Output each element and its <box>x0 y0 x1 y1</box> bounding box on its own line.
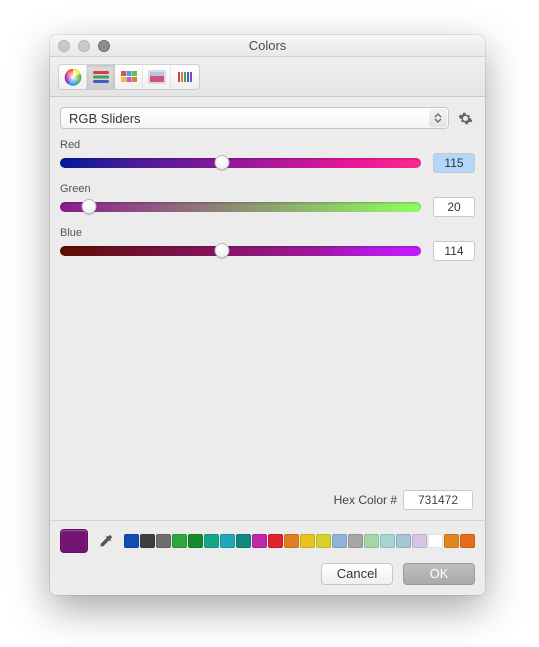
palette-swatch[interactable] <box>348 534 363 548</box>
mode-group <box>58 64 200 90</box>
slider-green-track[interactable] <box>60 202 421 212</box>
slider-red-thumb[interactable] <box>215 155 230 170</box>
slider-green-value[interactable]: 20 <box>433 197 475 217</box>
palette-swatch[interactable] <box>284 534 299 548</box>
slider-type-dropdown[interactable]: RGB Sliders <box>60 107 449 129</box>
traffic-lights <box>58 40 110 52</box>
cancel-button[interactable]: Cancel <box>321 563 393 585</box>
titlebar: Colors <box>50 35 485 57</box>
palette-swatch[interactable] <box>332 534 347 548</box>
current-color-swatch[interactable] <box>60 529 88 553</box>
palette-swatch[interactable] <box>140 534 155 548</box>
slider-red-label: Red <box>60 139 475 151</box>
slider-green-thumb[interactable] <box>81 199 96 214</box>
palette-swatch[interactable] <box>220 534 235 548</box>
palette-swatch[interactable] <box>300 534 315 548</box>
dropdown-label: RGB Sliders <box>69 111 141 126</box>
palette-swatch[interactable] <box>236 534 251 548</box>
sliders-icon <box>92 70 110 84</box>
hex-row: Hex Color # 731472 <box>50 484 485 520</box>
slider-blue-value[interactable]: 114 <box>433 241 475 261</box>
palette-swatch[interactable] <box>172 534 187 548</box>
mode-image[interactable] <box>143 65 171 89</box>
hex-label: Hex Color # <box>334 493 397 507</box>
pencils-icon <box>176 70 194 84</box>
palette-swatch[interactable] <box>444 534 459 548</box>
toolbar <box>50 57 485 97</box>
mode-pencils[interactable] <box>171 65 199 89</box>
minimize-icon[interactable] <box>78 40 90 52</box>
hex-field[interactable]: 731472 <box>403 490 473 510</box>
slider-red-track[interactable] <box>60 158 421 168</box>
palette-swatch[interactable] <box>380 534 395 548</box>
slider-blue-track[interactable] <box>60 246 421 256</box>
slider-type-row: RGB Sliders <box>50 97 485 135</box>
slider-blue-block: Blue 114 <box>50 223 485 267</box>
palette-swatch[interactable] <box>428 534 443 548</box>
swatch-row <box>60 529 475 553</box>
mode-palettes[interactable] <box>115 65 143 89</box>
palette-swatch[interactable] <box>156 534 171 548</box>
palette-swatch[interactable] <box>188 534 203 548</box>
slider-blue-label: Blue <box>60 227 475 239</box>
window-title: Colors <box>249 38 287 53</box>
palette-swatch[interactable] <box>268 534 283 548</box>
slider-blue-thumb[interactable] <box>215 243 230 258</box>
ok-button[interactable]: OK <box>403 563 475 585</box>
mode-sliders[interactable] <box>87 65 115 89</box>
button-row: Cancel OK <box>60 563 475 585</box>
palette-swatch[interactable] <box>396 534 411 548</box>
gear-icon[interactable] <box>455 108 475 128</box>
palette-swatch[interactable] <box>252 534 267 548</box>
mode-wheel[interactable] <box>59 65 87 89</box>
color-wheel-icon <box>64 68 82 86</box>
palette-swatch[interactable] <box>364 534 379 548</box>
palette-swatch[interactable] <box>124 534 139 548</box>
close-icon[interactable] <box>58 40 70 52</box>
palette-swatch[interactable] <box>412 534 427 548</box>
chevron-updown-icon <box>429 109 447 127</box>
eyedropper-icon[interactable] <box>98 532 114 550</box>
palette-swatch[interactable] <box>204 534 219 548</box>
image-icon <box>148 70 166 84</box>
palette-swatch[interactable] <box>460 534 475 548</box>
palette-swatch[interactable] <box>316 534 331 548</box>
color-picker-window: Colors <box>50 35 485 595</box>
slider-red-value[interactable]: 115 <box>433 153 475 173</box>
slider-green-label: Green <box>60 183 475 195</box>
palette <box>124 534 475 548</box>
bottom-bar: Cancel OK <box>50 520 485 595</box>
content-area: RGB Sliders Red 115 Green <box>50 97 485 520</box>
palettes-icon <box>120 70 138 84</box>
slider-red-block: Red 115 <box>50 135 485 179</box>
zoom-icon[interactable] <box>98 40 110 52</box>
slider-green-block: Green 20 <box>50 179 485 223</box>
